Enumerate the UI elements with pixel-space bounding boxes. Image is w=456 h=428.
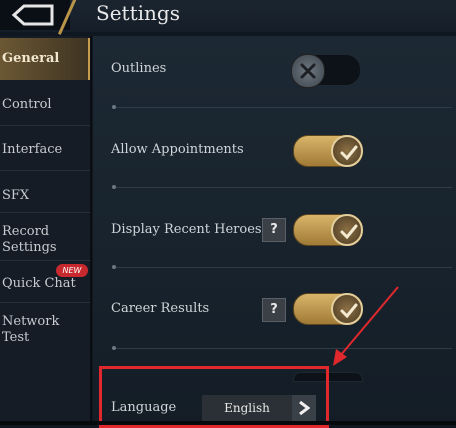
annotation-arrow — [333, 286, 399, 366]
bottom-edge — [0, 421, 456, 425]
